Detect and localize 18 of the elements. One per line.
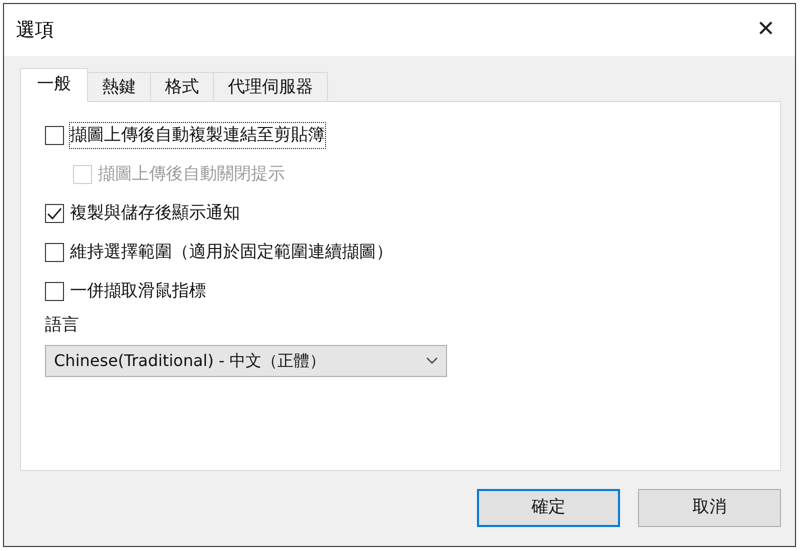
tab[interactable]: 一般 (20, 68, 88, 102)
close-button[interactable]: ✕ (748, 19, 783, 41)
checkbox[interactable] (45, 126, 64, 145)
cancel-button[interactable]: 取消 (638, 489, 781, 527)
language-dropdown[interactable]: Chinese(Traditional) - 中文（正體） (45, 344, 447, 376)
caret-icon (426, 356, 438, 364)
ok-button[interactable]: 確定 (477, 489, 620, 527)
checkbox-label: 擷圖上傳後自動關閉提示 (98, 162, 285, 186)
checkbox-label: 維持選擇範圍（適用於固定範圍連續擷圖） (70, 240, 393, 264)
checkbox[interactable] (45, 243, 64, 262)
checkbox[interactable] (45, 282, 64, 301)
window-title: 選項 (16, 18, 54, 43)
checkbox-label: 複製與儲存後顯示通知 (70, 202, 240, 225)
checkbox[interactable] (45, 204, 64, 223)
language-label: 語言 (45, 314, 80, 337)
tab[interactable]: 代理伺服器 (213, 72, 328, 102)
checkbox-label: 一併擷取滑鼠指標 (70, 280, 206, 303)
checkbox-label: 擷圖上傳後自動複製連結至剪貼簿 (70, 122, 325, 148)
